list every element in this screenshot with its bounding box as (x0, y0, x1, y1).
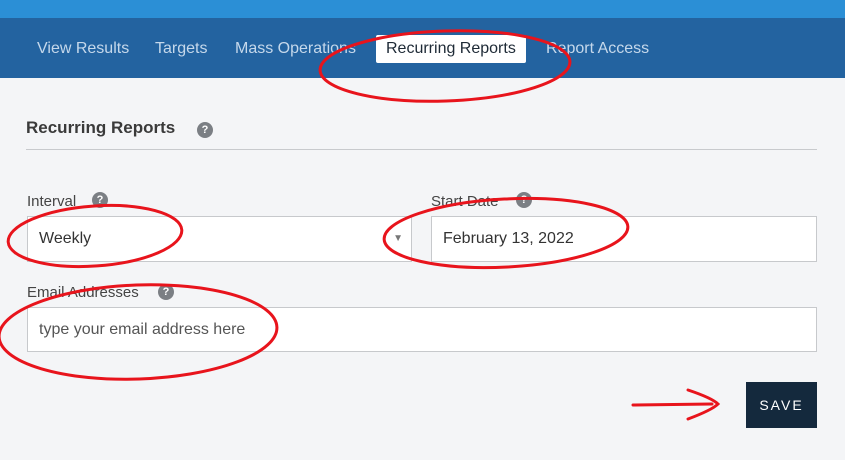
start-date-value: February 13, 2022 (443, 230, 574, 247)
tab-view-results[interactable]: View Results (37, 35, 129, 63)
page-title: Recurring Reports (26, 118, 176, 137)
start-date-field[interactable]: February 13, 2022 (431, 216, 817, 262)
tab-recurring-reports[interactable]: Recurring Reports (376, 35, 526, 63)
email-addresses-label: Email Addresses (27, 284, 139, 301)
help-icon[interactable]: ? (197, 122, 213, 138)
report-nav-bar: View Results Targets Mass Operations Rec… (0, 18, 845, 78)
email-help-icon[interactable]: ? (158, 284, 174, 300)
tab-targets[interactable]: Targets (155, 35, 207, 63)
email-addresses-input[interactable]: type your email address here (27, 307, 817, 352)
interval-select[interactable]: Weekly ▼ (27, 216, 412, 262)
section-divider (26, 149, 817, 150)
tab-mass-operations[interactable]: Mass Operations (235, 35, 356, 63)
top-accent-strip (0, 0, 845, 18)
annotation-arrow (631, 388, 721, 421)
interval-label: Interval (27, 193, 77, 210)
chevron-down-icon: ▼ (393, 233, 403, 244)
tab-report-access[interactable]: Report Access (546, 35, 649, 63)
interval-help-icon[interactable]: ? (92, 192, 108, 208)
email-placeholder: type your email address here (39, 321, 246, 338)
start-date-help-icon[interactable]: ? (516, 192, 532, 208)
interval-selected-value: Weekly (39, 230, 92, 247)
save-button[interactable]: SAVE (746, 382, 817, 428)
start-date-label: Start Date (431, 193, 499, 210)
